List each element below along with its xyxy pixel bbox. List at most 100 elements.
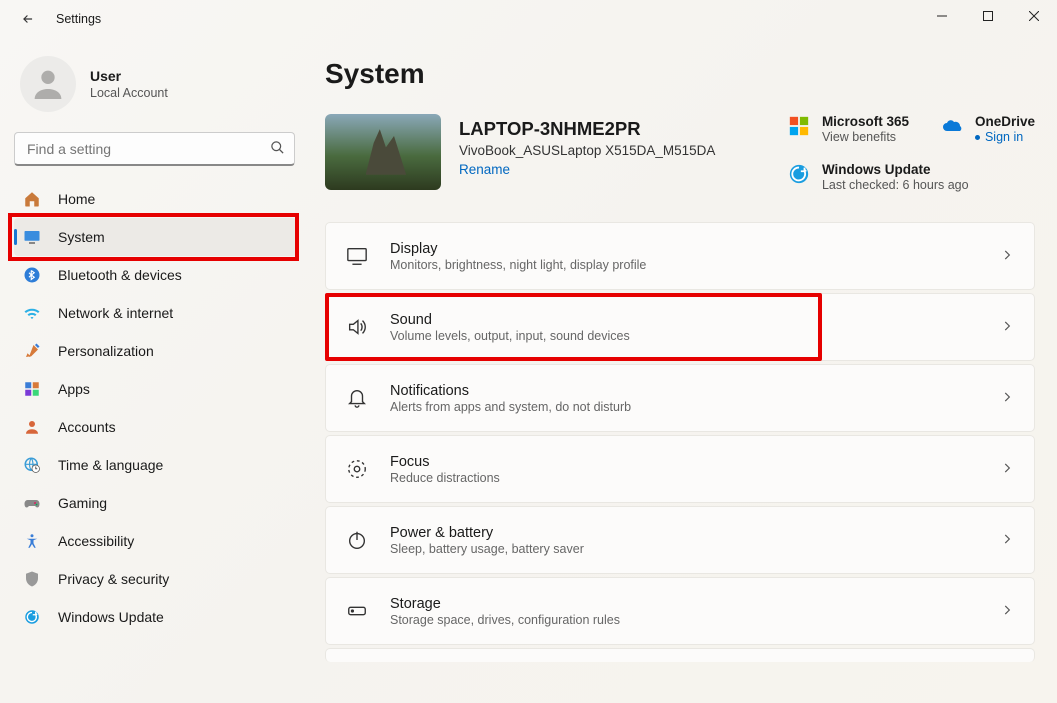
card-power[interactable]: Power & battery Sleep, battery usage, ba… (325, 506, 1035, 574)
avatar (20, 56, 76, 112)
device-info: LAPTOP-3NHME2PR VivoBook_ASUSLaptop X515… (459, 114, 715, 192)
device-name: LAPTOP-3NHME2PR (459, 118, 715, 140)
search-wrap (14, 132, 295, 166)
card-sub: Alerts from apps and system, do not dist… (390, 400, 631, 414)
sidebar-item-system[interactable]: System (14, 218, 297, 256)
window-controls (919, 0, 1057, 38)
card-sub: Reduce distractions (390, 471, 500, 485)
status-title: OneDrive (975, 114, 1035, 129)
sidebar-item-time[interactable]: Time & language (14, 446, 297, 484)
wifi-icon (22, 303, 42, 323)
search-input[interactable] (14, 132, 295, 166)
sidebar-item-label: Network & internet (58, 305, 173, 321)
sidebar-item-label: Gaming (58, 495, 107, 511)
paintbrush-icon (22, 341, 42, 361)
card-focus[interactable]: Focus Reduce distractions (325, 435, 1035, 503)
chevron-right-icon (1000, 319, 1014, 336)
system-icon (22, 227, 42, 247)
card-sub: Monitors, brightness, night light, displ… (390, 258, 646, 272)
sidebar-item-update[interactable]: Windows Update (14, 598, 297, 636)
main-content: System LAPTOP-3NHME2PR VivoBook_ASUSLapt… (305, 38, 1057, 703)
titlebar: Settings (0, 0, 1057, 38)
card-sound[interactable]: Sound Volume levels, output, input, soun… (325, 293, 1035, 361)
sidebar-item-personalization[interactable]: Personalization (14, 332, 297, 370)
close-button[interactable] (1011, 0, 1057, 32)
sidebar-item-label: Time & language (58, 457, 163, 473)
card-title: Notifications (390, 383, 631, 399)
card-title: Sound (390, 312, 630, 328)
card-sub: Storage space, drives, configuration rul… (390, 613, 620, 627)
sidebar-item-accounts[interactable]: Accounts (14, 408, 297, 446)
sound-icon (346, 316, 368, 338)
sidebar-item-apps[interactable]: Apps (14, 370, 297, 408)
status-title: Windows Update (822, 162, 969, 177)
user-name: User (90, 68, 168, 84)
card-storage[interactable]: Storage Storage space, drives, configura… (325, 577, 1035, 645)
window-title: Settings (56, 12, 101, 26)
accessibility-icon (22, 531, 42, 551)
status-ms365[interactable]: Microsoft 365 View benefits (788, 114, 909, 144)
power-icon (346, 529, 368, 551)
bell-icon (346, 387, 368, 409)
onedrive-icon (941, 115, 963, 137)
sidebar-item-label: Accessibility (58, 533, 134, 549)
sidebar-item-label: Accounts (58, 419, 116, 435)
update-icon (788, 163, 810, 185)
card-display[interactable]: Display Monitors, brightness, night ligh… (325, 222, 1035, 290)
status-windows-update[interactable]: Windows Update Last checked: 6 hours ago (788, 162, 1035, 192)
globe-clock-icon (22, 455, 42, 475)
page-title: System (325, 58, 1035, 90)
sidebar-item-label: System (58, 229, 105, 245)
status-sub-text: Sign in (985, 130, 1023, 144)
onedrive-signin-link[interactable]: Sign in (975, 130, 1035, 144)
person-icon (22, 417, 42, 437)
device-wallpaper-thumbnail[interactable] (325, 114, 441, 190)
device-model: VivoBook_ASUSLaptop X515DA_M515DA (459, 143, 715, 158)
focus-icon (346, 458, 368, 480)
update-icon (22, 607, 42, 627)
chevron-right-icon (1000, 248, 1014, 265)
card-partial-next[interactable] (325, 648, 1035, 662)
sidebar-item-label: Privacy & security (58, 571, 169, 587)
status-sub: View benefits (822, 130, 909, 144)
back-button[interactable] (14, 5, 42, 33)
card-title: Power & battery (390, 525, 584, 541)
sidebar-item-privacy[interactable]: Privacy & security (14, 560, 297, 598)
sidebar-item-network[interactable]: Network & internet (14, 294, 297, 332)
sidebar-item-label: Personalization (58, 343, 154, 359)
nav-list: Home System Bluetooth & devices Network … (14, 180, 297, 636)
status-column: Microsoft 365 View benefits OneDrive Sig… (788, 114, 1035, 192)
sidebar-item-gaming[interactable]: Gaming (14, 484, 297, 522)
sidebar-item-label: Home (58, 191, 95, 207)
apps-icon (22, 379, 42, 399)
sidebar-item-accessibility[interactable]: Accessibility (14, 522, 297, 560)
card-sub: Sleep, battery usage, battery saver (390, 542, 584, 556)
card-sub: Volume levels, output, input, sound devi… (390, 329, 630, 343)
search-icon (270, 140, 285, 158)
home-icon (22, 189, 42, 209)
sidebar-item-label: Windows Update (58, 609, 164, 625)
minimize-button[interactable] (919, 0, 965, 32)
card-title: Focus (390, 454, 500, 470)
sidebar: User Local Account Home System Bluetoo (0, 38, 305, 703)
status-onedrive[interactable]: OneDrive Sign in (941, 114, 1035, 144)
chevron-right-icon (1000, 461, 1014, 478)
maximize-button[interactable] (965, 0, 1011, 32)
display-icon (346, 245, 368, 267)
user-account-row[interactable]: User Local Account (14, 38, 297, 132)
sidebar-item-label: Bluetooth & devices (58, 267, 182, 283)
chevron-right-icon (1000, 390, 1014, 407)
card-title: Storage (390, 596, 620, 612)
card-notifications[interactable]: Notifications Alerts from apps and syste… (325, 364, 1035, 432)
highlight-annotation (8, 213, 299, 261)
rename-link[interactable]: Rename (459, 162, 510, 177)
status-title: Microsoft 365 (822, 114, 909, 129)
sidebar-item-home[interactable]: Home (14, 180, 297, 218)
card-title: Display (390, 241, 646, 257)
chevron-right-icon (1000, 532, 1014, 549)
settings-cards: Display Monitors, brightness, night ligh… (325, 222, 1035, 662)
sidebar-item-bluetooth[interactable]: Bluetooth & devices (14, 256, 297, 294)
chevron-right-icon (1000, 603, 1014, 620)
microsoft-logo-icon (788, 115, 810, 137)
user-account-type: Local Account (90, 86, 168, 100)
